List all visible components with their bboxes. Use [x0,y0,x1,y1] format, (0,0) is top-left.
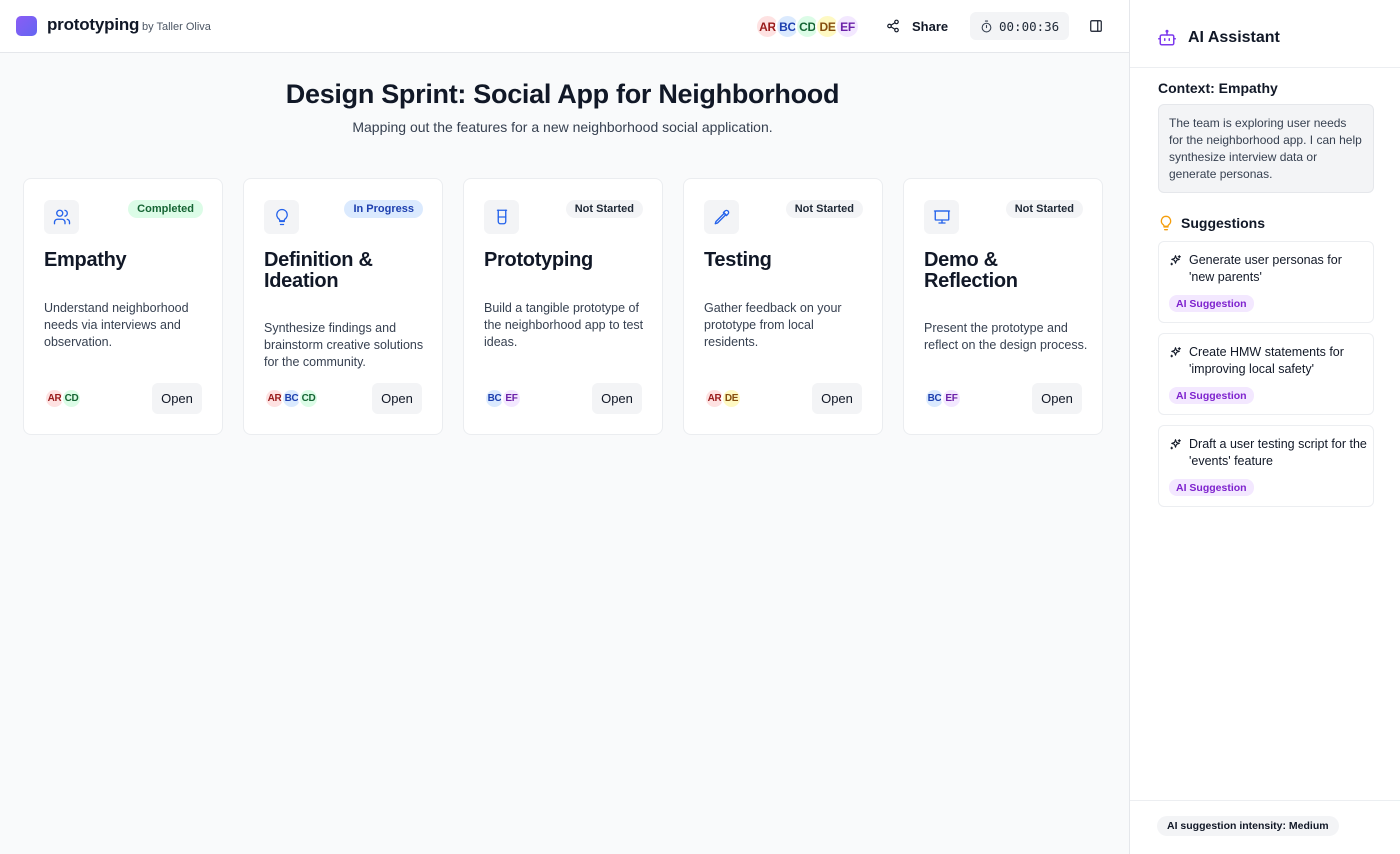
users-icon [53,209,70,225]
participants: AR BC CD [264,388,319,409]
status-badge: Not Started [1005,200,1083,218]
assistant-footer: AI suggestion intensity: Medium [1130,800,1400,854]
suggestion-card[interactable]: Generate user personas for 'new parents'… [1158,241,1374,323]
lightbulb-icon [1160,215,1172,231]
bot-icon [1158,29,1176,46]
share-button[interactable]: Share [878,12,958,40]
top-bar: prototyping by Taller Oliva AR BC CD DE EF S… [0,0,1129,53]
phase-card[interactable]: Not Started Demo & Reflection Present th… [903,178,1103,435]
phase-description: Understand neighborhood needs via interv… [44,301,189,349]
phase-icon-box [484,200,519,234]
phase-title: Testing [704,249,772,271]
participant-avatar[interactable]: EF [501,388,522,409]
phase-description: Present the prototype and reflect on the… [924,321,1088,352]
phase-card[interactable]: Completed Empathy Understand neighborhoo… [23,178,223,435]
open-phase-button[interactable]: Open [372,383,422,414]
status-badge: In Progress [344,200,423,218]
sparkles-icon [1169,346,1182,364]
open-phase-button[interactable]: Open [1032,383,1082,414]
suggestion-tag: AI Suggestion [1169,479,1254,496]
participants: AR CD [44,388,82,409]
panel-toggle-button[interactable] [1085,15,1107,37]
app-author: by Taller Oliva [142,21,211,33]
suggestion-tag: AI Suggestion [1169,387,1254,404]
ai-assistant-panel: AI Assistant Context: Empathy The team i… [1129,0,1400,854]
context-title: Context: Empathy [1158,80,1278,96]
phase-icon-box [924,200,959,234]
assistant-header: AI Assistant [1130,0,1400,68]
phase-card[interactable]: Not Started Testing Gather feedback on y… [683,178,883,435]
participant-avatar[interactable]: DE [721,388,742,409]
open-phase-button[interactable]: Open [152,383,202,414]
suggestions-title: Suggestions [1181,215,1266,231]
phase-description: Build a tangible prototype of the neighb… [484,301,644,349]
participants: BC EF [484,388,522,409]
participants: AR DE [704,388,742,409]
participant-avatar[interactable]: EF [941,388,962,409]
suggestion-card[interactable]: Create HMW statements for 'improving loc… [1158,333,1374,415]
phase-icon-box [44,200,79,234]
open-phase-button[interactable]: Open [592,383,642,414]
phase-icon-box [704,200,739,234]
participant-avatar[interactable]: CD [298,388,319,409]
pipette-icon [714,209,729,225]
share-label: Share [912,18,949,34]
suggestion-tag: AI Suggestion [1169,295,1254,312]
sparkles-icon [1169,254,1182,272]
status-badge: Not Started [785,200,863,218]
phase-title: Definition & Ideation [264,249,373,292]
stopwatch-icon [981,20,992,32]
phase-card[interactable]: Not Started Prototyping Build a tangible… [463,178,663,435]
page-subtitle: Mapping out the features for a new neigh… [352,119,773,135]
share-icon [887,19,899,33]
session-timer[interactable]: 00:00:36 [970,12,1069,40]
app-logo [16,16,37,36]
status-badge: Not Started [565,200,643,218]
sparkles-icon [1169,438,1182,456]
phase-icon-box [264,200,299,234]
suggestion-card[interactable]: Draft a user testing script for the 'eve… [1158,425,1374,507]
suggestion-text: Draft a user testing script for the 'eve… [1189,437,1367,468]
participants: BC EF [924,388,962,409]
assistant-title: AI Assistant [1188,29,1280,46]
open-phase-button[interactable]: Open [812,383,862,414]
collaborator-avatars[interactable]: AR BC CD DE EF [755,14,860,39]
lightbulb-icon [275,208,288,226]
presentation-icon [933,210,950,224]
suggestion-text: Create HMW statements for 'improving loc… [1189,345,1344,376]
phase-description: Gather feedback on your prototype from l… [704,301,842,349]
phase-title: Demo & Reflection [924,249,1018,292]
timer-value: 00:00:36 [999,18,1060,34]
status-badge: Completed [128,200,203,218]
intensity-indicator[interactable]: AI suggestion intensity: Medium [1157,816,1339,836]
suggestion-text: Generate user personas for 'new parents' [1189,253,1342,284]
panel-toggle-icon [1090,20,1102,32]
app-title: prototyping [47,15,140,34]
phase-title: Prototyping [484,249,593,271]
phase-title: Empathy [44,249,127,271]
page-title: Design Sprint: Social App for Neighborho… [285,79,840,109]
beaker-icon [496,209,507,225]
context-description: The team is exploring user needs for the… [1158,104,1374,193]
phase-card[interactable]: In Progress Definition & Ideation Synthe… [243,178,443,435]
participant-avatar[interactable]: CD [61,388,82,409]
collaborator-avatar[interactable]: EF [835,14,860,39]
phase-description: Synthesize findings and brainstorm creat… [264,321,424,369]
